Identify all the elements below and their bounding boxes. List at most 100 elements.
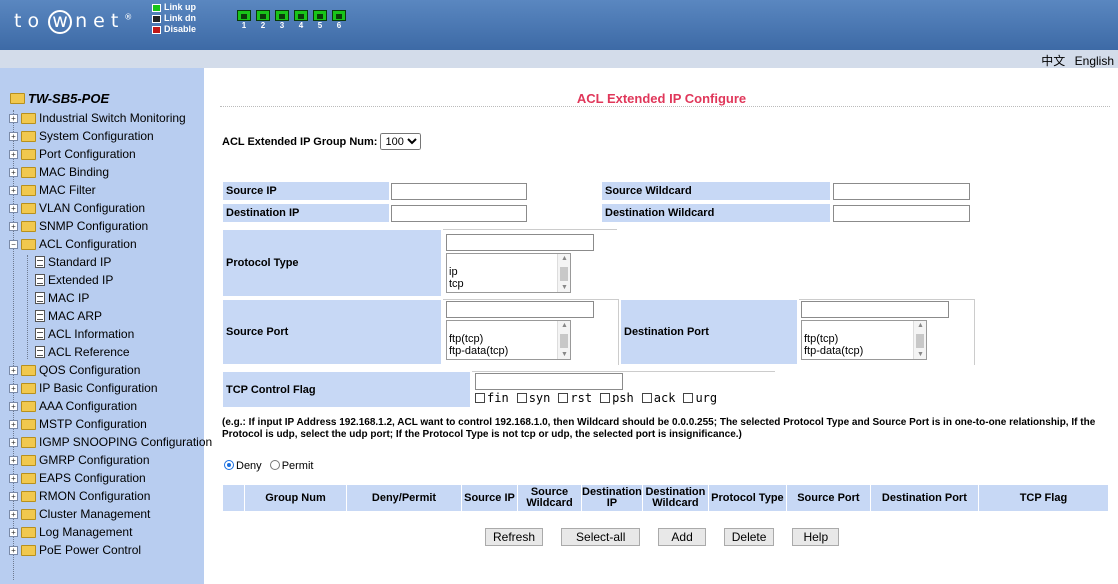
sidebar-item-port-config[interactable]: + Port Configuration (9, 147, 136, 161)
refresh-button[interactable]: Refresh (485, 528, 544, 546)
flag-fin[interactable]: fin (475, 391, 509, 405)
collapse-icon: − (9, 239, 18, 249)
port-4[interactable]: 4 (293, 10, 309, 30)
protocol-type-input[interactable] (446, 234, 594, 251)
destination-wildcard-input[interactable] (833, 205, 970, 222)
tcp-flag-input[interactable] (475, 373, 623, 390)
checkbox-icon (641, 393, 652, 403)
source-port-option-ftp[interactable]: ftp(tcp) (447, 333, 570, 345)
protocol-option-ip[interactable]: ip (447, 266, 570, 278)
port-5[interactable]: 5 (312, 10, 328, 30)
folder-icon (21, 418, 36, 430)
select-all-button[interactable]: Select-all (561, 528, 641, 546)
flag-urg[interactable]: urg (683, 391, 717, 405)
expand-icon: + (9, 473, 18, 483)
destination-port-option-ftp[interactable]: ftp(tcp) (802, 333, 926, 345)
sidebar-item-mac-binding[interactable]: + MAC Binding (9, 165, 109, 179)
protocol-type-list[interactable]: ip tcp ▲ ▼ (446, 253, 571, 293)
destination-ip-input[interactable] (391, 205, 527, 222)
deny-radio[interactable]: Deny (224, 460, 262, 472)
sidebar-item-cluster-management[interactable]: + Cluster Management (9, 507, 150, 521)
sidebar-item-aaa-config[interactable]: + AAA Configuration (9, 399, 137, 413)
sidebar-item-poe-power-control[interactable]: + PoE Power Control (9, 543, 141, 557)
sidebar-item-gmrp-config[interactable]: + GMRP Configuration (9, 453, 150, 467)
sidebar-item-acl-information[interactable]: ACL Information (35, 327, 134, 341)
flag-ack[interactable]: ack (641, 391, 675, 405)
sidebar-item-mstp-config[interactable]: + MSTP Configuration (9, 417, 147, 431)
destination-wildcard-label: Destination Wildcard (601, 203, 831, 223)
expand-icon: + (9, 527, 18, 537)
sidebar-item-ip-basic-config[interactable]: + IP Basic Configuration (9, 381, 158, 395)
sidebar-item-mac-filter[interactable]: + MAC Filter (9, 183, 96, 197)
listbox-scrollbar[interactable]: ▲ ▼ (557, 321, 570, 359)
sidebar-item-eaps-config[interactable]: + EAPS Configuration (9, 471, 146, 485)
sidebar-item-acl-reference[interactable]: ACL Reference (35, 345, 130, 359)
listbox-scrollbar[interactable]: ▲ ▼ (557, 254, 570, 292)
sidebar-item-extended-ip[interactable]: Extended IP (35, 273, 113, 287)
source-wildcard-input[interactable] (833, 183, 970, 200)
sidebar-item-industrial-monitoring[interactable]: + Industrial Switch Monitoring (9, 111, 186, 125)
sidebar-item-vlan-config[interactable]: + VLAN Configuration (9, 201, 145, 215)
permit-radio[interactable]: Permit (269, 460, 313, 472)
col-tcp-flag: TCP Flag (977, 484, 1110, 512)
port-1[interactable]: 1 (236, 10, 252, 30)
link-down-icon (152, 14, 161, 23)
expand-icon: + (9, 437, 18, 447)
sidebar-item-mac-arp[interactable]: MAC ARP (35, 309, 102, 323)
disable-icon (152, 25, 161, 34)
action-buttons: Refresh Select-all Add Delete Help (485, 528, 840, 546)
link-up-icon (152, 3, 161, 12)
device-root[interactable]: TW-SB5-POE (10, 91, 109, 106)
sidebar-item-standard-ip[interactable]: Standard IP (35, 255, 111, 269)
add-button[interactable]: Add (658, 528, 706, 546)
source-port-input[interactable] (446, 301, 594, 318)
destination-port-option-ftp-data[interactable]: ftp-data(tcp) (802, 345, 926, 357)
source-ip-input[interactable] (391, 183, 527, 200)
expand-icon: + (9, 509, 18, 519)
port-3[interactable]: 3 (274, 10, 290, 30)
source-port-option-ftp-data[interactable]: ftp-data(tcp) (447, 345, 570, 357)
sidebar-item-rmon-config[interactable]: + RMON Configuration (9, 489, 150, 503)
sidebar-item-igmp-snooping-config[interactable]: + IGMP SNOOPING Configuration (9, 435, 212, 449)
port-status-legend: Link up Link dn Disable (152, 2, 196, 35)
col-group-num: Group Num (244, 484, 347, 512)
destination-port-label: Destination Port (620, 299, 798, 365)
sidebar-item-system-config[interactable]: + System Configuration (9, 129, 154, 143)
port-2[interactable]: 2 (255, 10, 271, 30)
sidebar-item-snmp-config[interactable]: + SNMP Configuration (9, 219, 148, 233)
flag-syn[interactable]: syn (516, 391, 550, 405)
folder-icon (21, 382, 36, 394)
expand-icon: + (9, 203, 18, 213)
sidebar-item-log-management[interactable]: + Log Management (9, 525, 132, 539)
checkbox-icon (558, 393, 569, 403)
folder-icon (21, 130, 36, 142)
expand-icon: + (9, 365, 18, 375)
destination-port-input[interactable] (801, 301, 949, 318)
sidebar-item-qos-config[interactable]: + QOS Configuration (9, 363, 140, 377)
listbox-scrollbar[interactable]: ▲ ▼ (913, 321, 926, 359)
lang-chinese-link[interactable]: 中文 (1041, 54, 1065, 68)
expand-icon: + (9, 167, 18, 177)
flag-psh[interactable]: psh (600, 391, 634, 405)
port-6[interactable]: 6 (331, 10, 347, 30)
flag-rst[interactable]: rst (558, 391, 592, 405)
protocol-option-tcp[interactable]: tcp (447, 278, 570, 290)
group-num-select[interactable]: 100 (380, 133, 422, 150)
main-content: ACL Extended IP Configure ACL Extended I… (205, 68, 1118, 584)
destination-port-list[interactable]: ftp(tcp) ftp-data(tcp) ▲ ▼ (801, 320, 927, 360)
col-destination-wildcard: Destination Wildcard (641, 484, 709, 512)
sidebar-tree: TW-SB5-POE + Industrial Switch Monitoring… (0, 68, 212, 584)
delete-button[interactable]: Delete (723, 528, 775, 546)
col-destination-port: Destination Port (869, 484, 979, 512)
source-port-list[interactable]: ftp(tcp) ftp-data(tcp) ▲ ▼ (446, 320, 571, 360)
expand-icon: + (9, 221, 18, 231)
sidebar-item-mac-ip[interactable]: MAC IP (35, 291, 89, 305)
sidebar-item-acl-config[interactable]: − ACL Configuration (9, 237, 137, 251)
lang-english-link[interactable]: English (1075, 54, 1114, 68)
scroll-down-icon: ▼ (917, 351, 924, 358)
protocol-type-label: Protocol Type (222, 229, 442, 297)
col-destination-ip: Destination IP (581, 484, 643, 512)
page-icon (35, 292, 45, 304)
help-button[interactable]: Help (792, 528, 840, 546)
folder-icon (21, 166, 36, 178)
